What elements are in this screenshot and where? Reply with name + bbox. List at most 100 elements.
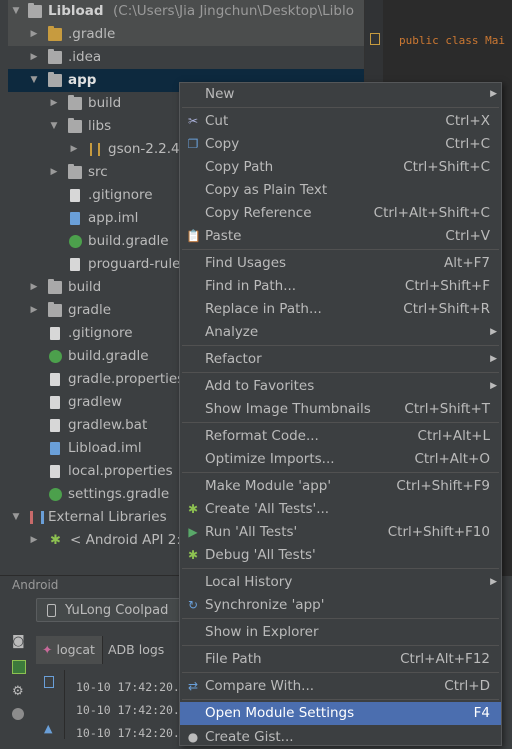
tab-label: ADB logs xyxy=(108,642,165,657)
chevron-down-icon[interactable]: ▼ xyxy=(28,69,40,92)
menu-item-shortcut: Ctrl+X xyxy=(445,113,490,129)
menu-item-shortcut: Ctrl+Alt+F12 xyxy=(400,651,490,667)
properties-file-icon xyxy=(50,373,60,386)
menu-item-find-usages[interactable]: Find Usages Alt+F7 xyxy=(180,252,501,275)
menu-item-label: Make Module 'app' xyxy=(205,478,332,494)
menu-item-shortcut: Ctrl+Shift+R xyxy=(403,301,490,317)
menu-item-run-all-tests[interactable]: ▶ Run 'All Tests' Ctrl+Shift+F10 xyxy=(180,521,501,544)
menu-separator xyxy=(182,699,499,700)
chevron-right-icon[interactable]: ▶ xyxy=(28,299,40,322)
menu-item-paste[interactable]: 📋 Paste Ctrl+V xyxy=(180,225,501,248)
menu-separator xyxy=(182,472,499,473)
library-icon xyxy=(30,511,44,524)
menu-item-label: Open Module Settings xyxy=(205,705,355,721)
menu-item-label: Add to Favorites xyxy=(205,378,315,394)
menu-item-copy-reference[interactable]: Copy Reference Ctrl+Alt+Shift+C xyxy=(180,202,501,225)
tree-item-label: .gitignore xyxy=(88,187,153,203)
device-label: YuLong Coolpad xyxy=(65,603,169,618)
chevron-right-icon[interactable]: ▶ xyxy=(48,92,60,115)
camera-icon[interactable]: ◙ xyxy=(12,634,28,650)
menu-item-label: Find Usages xyxy=(205,255,287,271)
menu-item-file-path[interactable]: File Path Ctrl+Alt+F12 xyxy=(180,648,501,671)
chevron-right-icon[interactable]: ▶ xyxy=(48,161,60,184)
menu-item-reformat-code[interactable]: Reformat Code... Ctrl+Alt+L xyxy=(180,425,501,448)
gradle-icon xyxy=(49,488,62,501)
menu-item-show-in-explorer[interactable]: Show in Explorer xyxy=(180,621,501,644)
menu-item-label: New xyxy=(205,86,235,102)
menu-item-cut[interactable]: ✂ Cut Ctrl+X xyxy=(180,110,501,133)
menu-item-label: Paste xyxy=(205,228,242,244)
menu-item-refactor[interactable]: Refactor ▶ xyxy=(180,348,501,371)
tree-item-label: .gitignore xyxy=(68,325,133,341)
tree-root-path: (C:\Users\Jia Jingchun\Desktop\Liblo xyxy=(113,3,355,19)
menu-item-add-to-favorites[interactable]: Add to Favorites ▶ xyxy=(180,375,501,398)
chevron-right-icon[interactable]: ▶ xyxy=(28,529,40,552)
record-icon[interactable] xyxy=(12,708,24,720)
submenu-arrow-icon: ▶ xyxy=(490,354,497,364)
tree-item-idea[interactable]: ▶ .idea xyxy=(8,46,364,69)
menu-item-copy[interactable]: ❐ Copy Ctrl+C xyxy=(180,133,501,156)
iml-file-icon xyxy=(70,212,80,225)
tree-item-label: app xyxy=(68,72,97,88)
file-icon xyxy=(50,396,60,409)
menu-item-debug-all-tests[interactable]: ✱ Debug 'All Tests' xyxy=(180,544,501,567)
tab-label: logcat xyxy=(56,642,95,657)
menu-item-label: Debug 'All Tests' xyxy=(205,547,316,563)
tree-item-label: gradlew xyxy=(68,394,123,410)
debug-icon[interactable]: ⚙ xyxy=(12,684,26,699)
menu-item-copy-plain-text[interactable]: Copy as Plain Text xyxy=(180,179,501,202)
jar-icon xyxy=(90,143,100,156)
tree-item-label: build xyxy=(88,95,122,111)
phone-icon xyxy=(47,604,56,617)
tree-item-label: src xyxy=(88,164,108,180)
menu-item-show-image-thumbnails[interactable]: Show Image Thumbnails Ctrl+Shift+T xyxy=(180,398,501,421)
log-line: 10-10 17:42:20. xyxy=(76,703,180,717)
menu-item-compare-with[interactable]: ⇄ Compare With... Ctrl+D xyxy=(180,675,501,698)
tree-root[interactable]: ▼ Libload (C:\Users\Jia Jingchun\Desktop… xyxy=(8,0,364,23)
run-icon[interactable] xyxy=(12,660,26,674)
tab-logcat[interactable]: ✦ logcat xyxy=(36,636,103,664)
chevron-right-icon[interactable]: ▶ xyxy=(68,138,80,161)
tree-item-gradle-dir[interactable]: ▶ .gradle xyxy=(8,23,364,46)
menu-separator xyxy=(182,422,499,423)
tree-item-label: gson-2.2.4. xyxy=(108,141,184,157)
menu-separator xyxy=(182,568,499,569)
menu-item-label: Copy xyxy=(205,136,240,152)
menu-item-label: Synchronize 'app' xyxy=(205,597,325,613)
menu-item-local-history[interactable]: Local History ▶ xyxy=(180,571,501,594)
folder-icon xyxy=(68,164,82,179)
menu-item-optimize-imports[interactable]: Optimize Imports... Ctrl+Alt+O xyxy=(180,448,501,471)
menu-item-shortcut: Ctrl+C xyxy=(445,136,490,152)
chevron-down-icon[interactable]: ▼ xyxy=(10,0,22,23)
tab-adb-logs[interactable]: ADB logs xyxy=(108,636,164,664)
folder-icon xyxy=(48,49,62,64)
menu-item-synchronize[interactable]: ↻ Synchronize 'app' xyxy=(180,594,501,617)
menu-item-copy-path[interactable]: Copy Path Ctrl+Shift+C xyxy=(180,156,501,179)
menu-item-find-in-path[interactable]: Find in Path... Ctrl+Shift+F xyxy=(180,275,501,298)
chevron-right-icon[interactable]: ▶ xyxy=(28,23,40,46)
menu-item-replace-in-path[interactable]: Replace in Path... Ctrl+Shift+R xyxy=(180,298,501,321)
file-icon xyxy=(70,258,80,271)
menu-item-label: Copy Reference xyxy=(205,205,312,221)
menu-item-label: Compare With... xyxy=(205,678,315,694)
menu-item-label: Create 'All Tests'... xyxy=(205,501,330,517)
folder-icon xyxy=(48,302,62,317)
chevron-right-icon[interactable]: ▶ xyxy=(28,46,40,69)
menu-separator xyxy=(182,645,499,646)
submenu-arrow-icon: ▶ xyxy=(490,327,497,337)
code-line: public class Mai xyxy=(399,34,505,47)
trash-icon[interactable] xyxy=(44,676,54,688)
chevron-down-icon[interactable]: ▼ xyxy=(48,115,60,138)
menu-item-create-all-tests[interactable]: ✱ Create 'All Tests'... xyxy=(180,498,501,521)
menu-item-open-module-settings[interactable]: Open Module Settings F4 xyxy=(180,702,501,725)
android-icon: ✱ xyxy=(187,502,199,516)
arrow-up-icon[interactable]: ▲ xyxy=(44,722,52,735)
menu-separator xyxy=(182,249,499,250)
menu-item-make-module[interactable]: Make Module 'app' Ctrl+Shift+F9 xyxy=(180,475,501,498)
chevron-down-icon[interactable]: ▼ xyxy=(10,506,22,529)
menu-item-new[interactable]: New ▶ xyxy=(180,83,501,106)
chevron-right-icon[interactable]: ▶ xyxy=(28,276,40,299)
menu-item-shortcut: Alt+F7 xyxy=(444,255,490,271)
device-selector[interactable]: YuLong Coolpad xyxy=(36,598,186,622)
menu-item-analyze[interactable]: Analyze ▶ xyxy=(180,321,501,344)
